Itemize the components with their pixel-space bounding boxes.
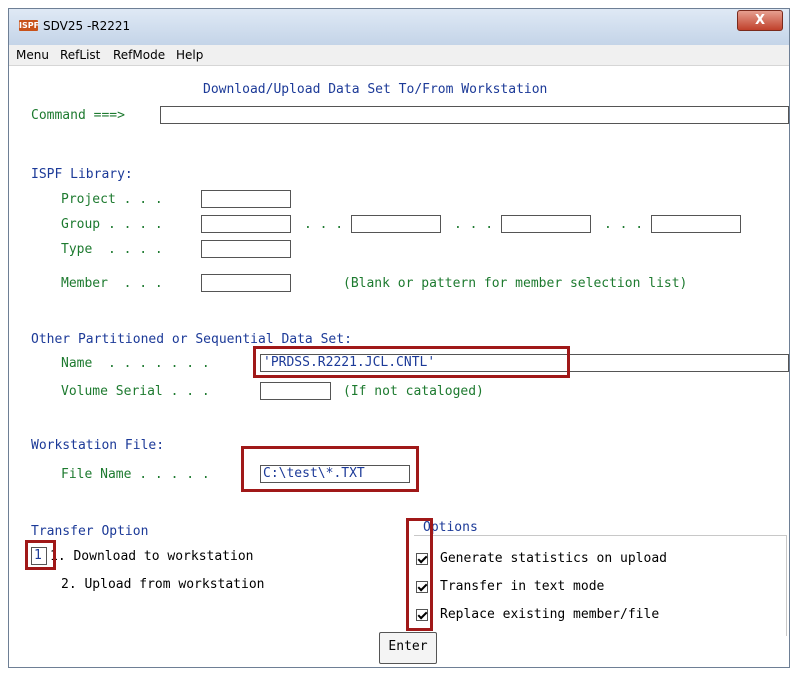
transfer-option-heading: Transfer Option [31, 524, 149, 539]
group-input-4[interactable] [651, 215, 741, 233]
file-name-label: File Name . . . . . [61, 467, 210, 482]
group-dots-2: . . . [454, 217, 494, 232]
replace-existing-label: Replace existing member/file [440, 607, 660, 622]
group-input-2[interactable] [351, 215, 441, 233]
menu-item-menu[interactable]: Menu [16, 48, 49, 62]
dataset-name-label: Name . . . . . . . [61, 356, 210, 371]
other-dataset-heading: Other Partitioned or Sequential Data Set… [31, 332, 352, 347]
generate-statistics-label: Generate statistics on upload [440, 551, 667, 566]
option-upload: 2. Upload from workstation [61, 577, 265, 592]
text-mode-checkbox[interactable] [416, 581, 428, 593]
command-input[interactable] [160, 106, 789, 124]
ispf-app-icon: ISPF [19, 20, 40, 31]
type-input[interactable] [201, 240, 291, 258]
group-input-1[interactable] [201, 215, 291, 233]
group-label: Group . . . . [61, 217, 163, 232]
member-label: Member . . . [61, 276, 163, 291]
member-hint: (Blank or pattern for member selection l… [343, 276, 688, 291]
enter-button[interactable]: Enter [379, 632, 437, 664]
project-label: Project . . . [61, 192, 163, 207]
replace-existing-checkbox[interactable] [416, 609, 428, 621]
menu-item-help[interactable]: Help [176, 48, 203, 62]
panel-content: Download/Upload Data Set To/From Worksta… [17, 66, 789, 667]
menu-item-refmode[interactable]: RefMode [113, 48, 165, 62]
project-input[interactable] [201, 190, 291, 208]
panel-title: Download/Upload Data Set To/From Worksta… [203, 82, 548, 97]
title-bar: ISPF SDV25 -R2221 X [9, 9, 789, 45]
dataset-name-input[interactable]: 'PRDSS.R2221.JCL.CNTL' [260, 354, 789, 372]
command-label: Command ===> [31, 108, 125, 123]
text-mode-label: Transfer in text mode [440, 579, 605, 594]
group-input-3[interactable] [501, 215, 591, 233]
volume-serial-label: Volume Serial . . . [61, 384, 210, 399]
volume-serial-hint: (If not cataloged) [343, 384, 484, 399]
close-icon: X [754, 13, 766, 28]
group-dots-1: . . . [304, 217, 344, 232]
generate-statistics-checkbox[interactable] [416, 553, 428, 565]
group-dots-3: . . . [604, 217, 644, 232]
close-button[interactable]: X [737, 10, 783, 31]
menu-bar: Menu RefList RefMode Help [9, 45, 789, 66]
workstation-heading: Workstation File: [31, 438, 165, 453]
options-heading: Options [421, 520, 480, 535]
ispf-window: ISPF SDV25 -R2221 X Menu RefList RefMode… [8, 8, 790, 668]
type-label: Type . . . . [61, 242, 163, 257]
transfer-option-input[interactable]: 1 [31, 547, 47, 565]
menu-item-reflist[interactable]: RefList [60, 48, 100, 62]
file-name-input[interactable]: C:\test\*.TXT [260, 465, 410, 483]
member-input[interactable] [201, 274, 291, 292]
volume-serial-input[interactable] [260, 382, 331, 400]
option-download: 1. Download to workstation [50, 549, 254, 564]
ispf-library-heading: ISPF Library: [31, 167, 133, 182]
window-title: SDV25 -R2221 [43, 19, 131, 33]
